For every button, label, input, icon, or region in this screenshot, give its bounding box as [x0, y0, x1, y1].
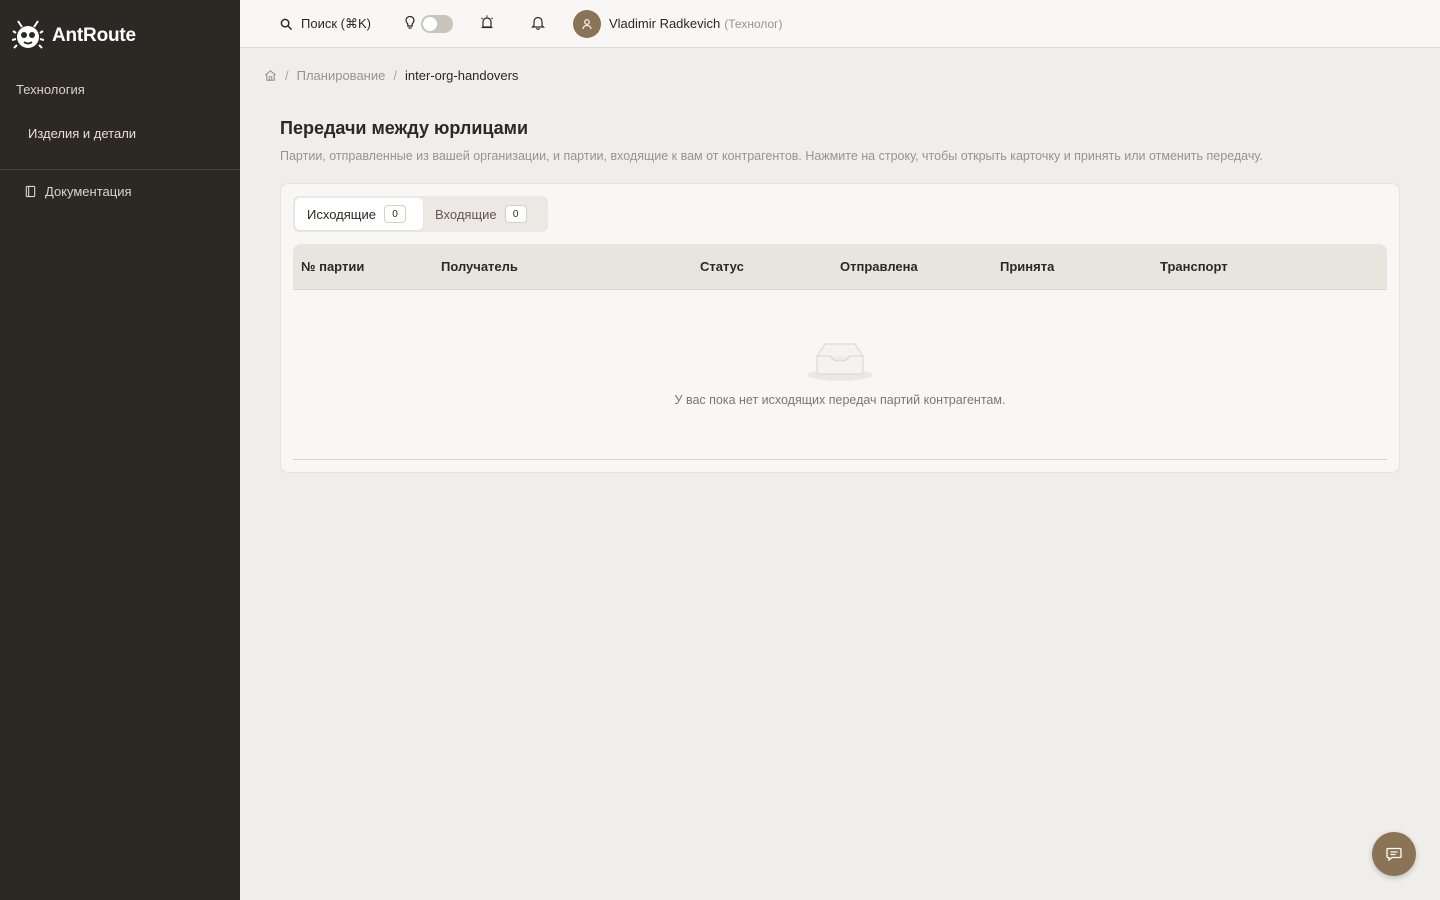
tab-outgoing[interactable]: Исходящие 0	[295, 198, 423, 230]
search-button[interactable]: Поиск (⌘K)	[280, 14, 371, 34]
empty-inbox-icon	[808, 343, 872, 381]
breadcrumb-planning[interactable]: Планирование	[297, 68, 386, 83]
tab-label: Входящие	[435, 206, 497, 222]
tabs: Исходящие 0 Входящие 0	[293, 196, 548, 232]
column-header-accepted[interactable]: Принята	[1000, 259, 1054, 274]
sidebar-item-documentation[interactable]: Документация	[24, 184, 132, 199]
table-footer-divider	[293, 459, 1387, 460]
chat-icon	[1386, 847, 1402, 862]
tab-label: Исходящие	[307, 206, 376, 222]
column-header-batch-number[interactable]: № партии	[301, 259, 364, 274]
user-menu[interactable]: Vladimir Radkevich (Технолог)	[609, 16, 783, 31]
breadcrumb-separator: /	[393, 67, 397, 83]
breadcrumb-separator: /	[285, 67, 289, 83]
tab-count-badge: 0	[504, 205, 527, 223]
page-title: Передачи между юрлицами	[280, 118, 529, 138]
search-label: Поиск (⌘K)	[301, 16, 371, 31]
column-header-transport[interactable]: Транспорт	[1160, 259, 1228, 274]
sidebar-group-technology[interactable]: Технология	[16, 82, 85, 97]
avatar[interactable]	[573, 10, 601, 38]
user-name: Vladimir Radkevich	[609, 16, 721, 31]
lightbulb-icon	[405, 15, 415, 29]
breadcrumb: / Планирование / inter-org-handovers	[264, 66, 518, 84]
bell-icon[interactable]	[531, 15, 545, 30]
ant-logo-icon	[12, 20, 44, 49]
column-header-sent[interactable]: Отправлена	[840, 259, 918, 274]
theme-toggle[interactable]	[421, 15, 453, 33]
page-description: Партии, отправленные из вашей организаци…	[280, 149, 1263, 163]
breadcrumb-current: inter-org-handovers	[404, 67, 519, 83]
table-header: № партии Получатель Статус Отправлена Пр…	[293, 244, 1387, 290]
app-name: AntRoute	[52, 25, 136, 46]
home-icon[interactable]	[264, 69, 277, 82]
support-chat-button[interactable]	[1372, 832, 1416, 876]
user-role: (Технолог)	[724, 17, 783, 31]
search-icon	[280, 18, 293, 30]
tab-count-badge: 0	[383, 205, 406, 223]
sidebar-item-products[interactable]: Изделия и детали	[28, 126, 136, 141]
column-header-status[interactable]: Статус	[700, 259, 744, 274]
sidebar-item-label: Документация	[45, 184, 132, 199]
book-icon	[25, 185, 36, 198]
column-header-recipient[interactable]: Получатель	[441, 259, 518, 274]
tab-incoming[interactable]: Входящие 0	[423, 198, 539, 230]
empty-state-text: У вас пока нет исходящих передач партий …	[674, 393, 1006, 407]
topbar: Поиск (⌘K) Vladimir Radkevich (Технолог)	[240, 0, 1440, 48]
sidebar: AntRoute Технология Изделия и детали Док…	[0, 0, 240, 900]
handovers-card: Исходящие 0 Входящие 0 № партии Получате…	[280, 183, 1400, 473]
alarm-icon[interactable]	[480, 15, 494, 30]
app-logo[interactable]: AntRoute	[12, 18, 136, 54]
sidebar-divider	[0, 169, 240, 170]
user-icon	[582, 19, 592, 30]
